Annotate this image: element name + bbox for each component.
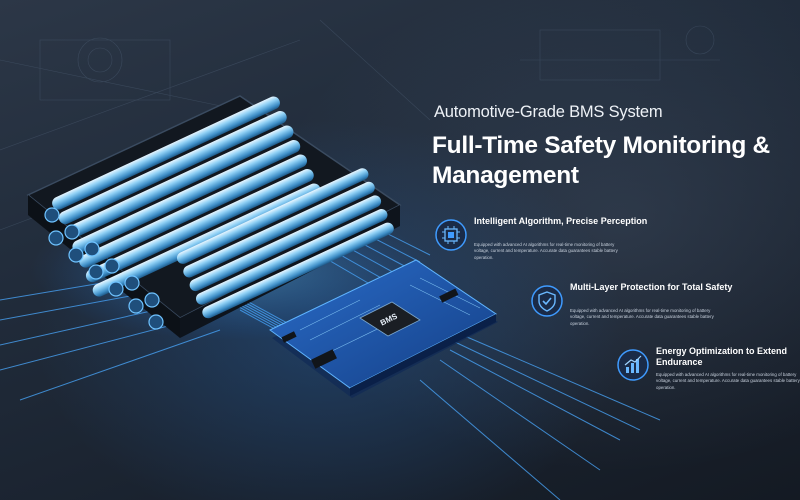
feature-title: Multi-Layer Protection for Total Safety <box>570 282 733 292</box>
shield-check-icon <box>531 285 563 317</box>
bar-chart-icon <box>617 349 649 381</box>
feature-title: Intelligent Algorithm, Precise Perceptio… <box>474 216 648 226</box>
feature-description: Equipped with advanced AI algorithms for… <box>656 372 800 390</box>
chip-icon <box>435 219 467 251</box>
page-title: Full-Time Safety Monitoring & Management <box>432 132 770 189</box>
hero-banner: BMS Automotive-Grade BMS System Full-Tim… <box>0 0 800 500</box>
feature-description: Equipped with advanced AI algorithms for… <box>570 308 714 326</box>
kicker-text: Automotive-Grade BMS System <box>434 103 663 121</box>
feature-title: Energy Optimization to Extend Endurance <box>656 346 788 367</box>
feature-description: Equipped with advanced AI algorithms for… <box>474 242 618 260</box>
